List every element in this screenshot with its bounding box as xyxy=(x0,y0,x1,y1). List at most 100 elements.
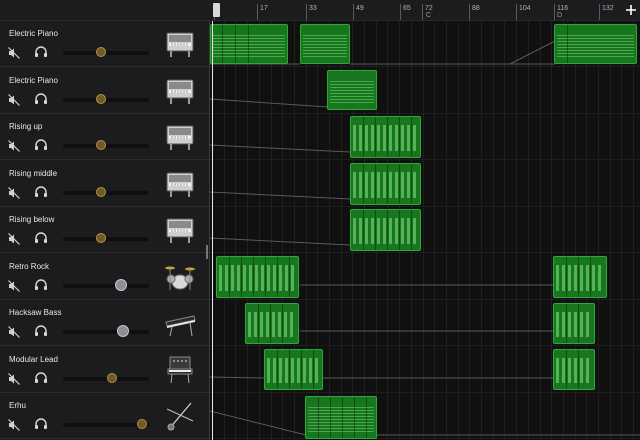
drummer-region[interactable] xyxy=(553,256,607,298)
track-name: Rising below xyxy=(9,215,55,224)
midi-region[interactable] xyxy=(350,116,421,158)
track-name: Electric Piano xyxy=(9,76,58,85)
headphones-icon[interactable] xyxy=(34,185,48,198)
volume-slider[interactable] xyxy=(63,419,149,429)
track-name: Erhu xyxy=(9,401,26,410)
ruler-label-65: 65 xyxy=(403,5,411,12)
volume-slider[interactable] xyxy=(63,94,149,104)
speaker-muted-icon[interactable] xyxy=(8,232,20,245)
track-name: Hacksaw Bass xyxy=(9,308,62,317)
headphones-icon[interactable] xyxy=(34,278,48,291)
ruler-label-72: 72 xyxy=(425,5,433,12)
volume-slider[interactable] xyxy=(63,233,149,243)
headphones-icon[interactable] xyxy=(34,324,48,337)
ruler-label-33: 33 xyxy=(309,5,317,12)
speaker-muted-icon[interactable] xyxy=(8,93,20,106)
drummer-region[interactable] xyxy=(216,256,299,298)
midi-region[interactable] xyxy=(305,396,377,439)
speaker-muted-icon[interactable] xyxy=(8,372,20,385)
ruler-tick xyxy=(306,4,307,20)
ruler-label-116: 116 xyxy=(557,5,569,12)
ruler-label-132: 132 xyxy=(602,5,614,12)
track-header[interactable]: Hacksaw Bass xyxy=(0,300,209,346)
plus-icon[interactable] xyxy=(625,4,637,16)
headphones-icon[interactable] xyxy=(34,138,48,151)
playhead-icon[interactable] xyxy=(213,3,220,17)
section-marker-c[interactable]: C xyxy=(426,12,431,19)
speaker-muted-icon[interactable] xyxy=(8,139,20,152)
volume-slider[interactable] xyxy=(63,187,149,197)
volume-knob[interactable] xyxy=(115,279,128,291)
track-name: Electric Piano xyxy=(9,29,58,38)
speaker-muted-icon[interactable] xyxy=(8,46,20,59)
garageband-tracks-view: 1 17 33 49 65 72 C 88 104 116 D 132 Elec… xyxy=(0,0,640,440)
track-header[interactable]: Rising up xyxy=(0,114,209,160)
electric-piano-icon[interactable] xyxy=(164,169,196,199)
erhu-icon[interactable] xyxy=(164,401,196,431)
headphones-icon[interactable] xyxy=(34,371,48,384)
speaker-muted-icon[interactable] xyxy=(8,325,20,338)
track-header[interactable]: Modular Lead xyxy=(0,347,209,393)
ruler-label-49: 49 xyxy=(356,5,364,12)
midi-region[interactable] xyxy=(300,24,350,64)
midi-region[interactable] xyxy=(553,349,595,390)
track-header[interactable]: Retro Rock xyxy=(0,254,209,300)
volume-knob[interactable] xyxy=(95,140,106,150)
midi-region[interactable] xyxy=(264,349,323,390)
track-name: Retro Rock xyxy=(9,262,50,271)
midi-region[interactable] xyxy=(350,163,421,205)
track-header[interactable]: Rising middle xyxy=(0,161,209,207)
volume-knob[interactable] xyxy=(136,419,147,429)
headphones-icon[interactable] xyxy=(34,45,48,58)
headphones-icon[interactable] xyxy=(34,92,48,105)
timeline-ruler[interactable]: 1 17 33 49 65 72 C 88 104 116 D 132 xyxy=(210,0,640,21)
speaker-muted-icon[interactable] xyxy=(8,186,20,199)
volume-knob[interactable] xyxy=(106,373,117,383)
track-name: Rising middle xyxy=(9,169,58,178)
volume-knob[interactable] xyxy=(95,233,106,243)
ruler-tick xyxy=(422,4,423,20)
electric-piano-icon[interactable] xyxy=(164,29,196,59)
volume-knob[interactable] xyxy=(95,187,106,197)
ruler-tick xyxy=(599,4,600,20)
headphones-icon[interactable] xyxy=(34,231,48,244)
speaker-muted-icon[interactable] xyxy=(8,418,20,431)
volume-slider[interactable] xyxy=(63,373,149,383)
volume-slider[interactable] xyxy=(63,47,149,57)
track-header[interactable]: Electric Piano xyxy=(0,21,209,67)
ruler-label-104: 104 xyxy=(519,5,531,12)
volume-slider[interactable] xyxy=(63,325,149,337)
electric-piano-icon[interactable] xyxy=(164,122,196,152)
modular-synth-icon[interactable] xyxy=(164,355,196,385)
midi-region[interactable] xyxy=(245,303,299,344)
midi-region[interactable] xyxy=(327,70,377,110)
electric-piano-icon[interactable] xyxy=(164,215,196,245)
ruler-tick xyxy=(516,4,517,20)
midi-region[interactable] xyxy=(554,24,637,64)
section-marker-d[interactable]: D xyxy=(557,12,562,19)
volume-knob[interactable] xyxy=(95,47,106,57)
volume-knob[interactable] xyxy=(117,325,130,337)
midi-region[interactable] xyxy=(210,24,288,64)
electric-piano-icon[interactable] xyxy=(164,76,196,106)
midi-region[interactable] xyxy=(553,303,595,344)
ruler-tick xyxy=(257,4,258,20)
midi-region[interactable] xyxy=(350,209,421,251)
volume-slider[interactable] xyxy=(63,140,149,150)
volume-slider[interactable] xyxy=(63,279,149,291)
volume-knob[interactable] xyxy=(95,94,106,104)
track-header[interactable]: Rising below xyxy=(0,207,209,253)
headphones-icon[interactable] xyxy=(34,417,48,430)
ruler-label-17: 17 xyxy=(260,5,268,12)
track-list-resize-handle[interactable] xyxy=(206,245,208,259)
ruler-tick xyxy=(554,4,555,20)
keyboard-synth-icon[interactable] xyxy=(164,308,196,338)
track-header[interactable]: Erhu xyxy=(0,393,209,439)
track-header-bar xyxy=(0,0,210,21)
playhead-line[interactable] xyxy=(212,21,213,440)
track-name: Modular Lead xyxy=(9,355,58,364)
timeline-tracks-area[interactable] xyxy=(210,21,640,440)
speaker-muted-icon[interactable] xyxy=(8,279,20,292)
drum-kit-icon[interactable] xyxy=(164,262,196,292)
track-header[interactable]: Electric Piano xyxy=(0,68,209,114)
